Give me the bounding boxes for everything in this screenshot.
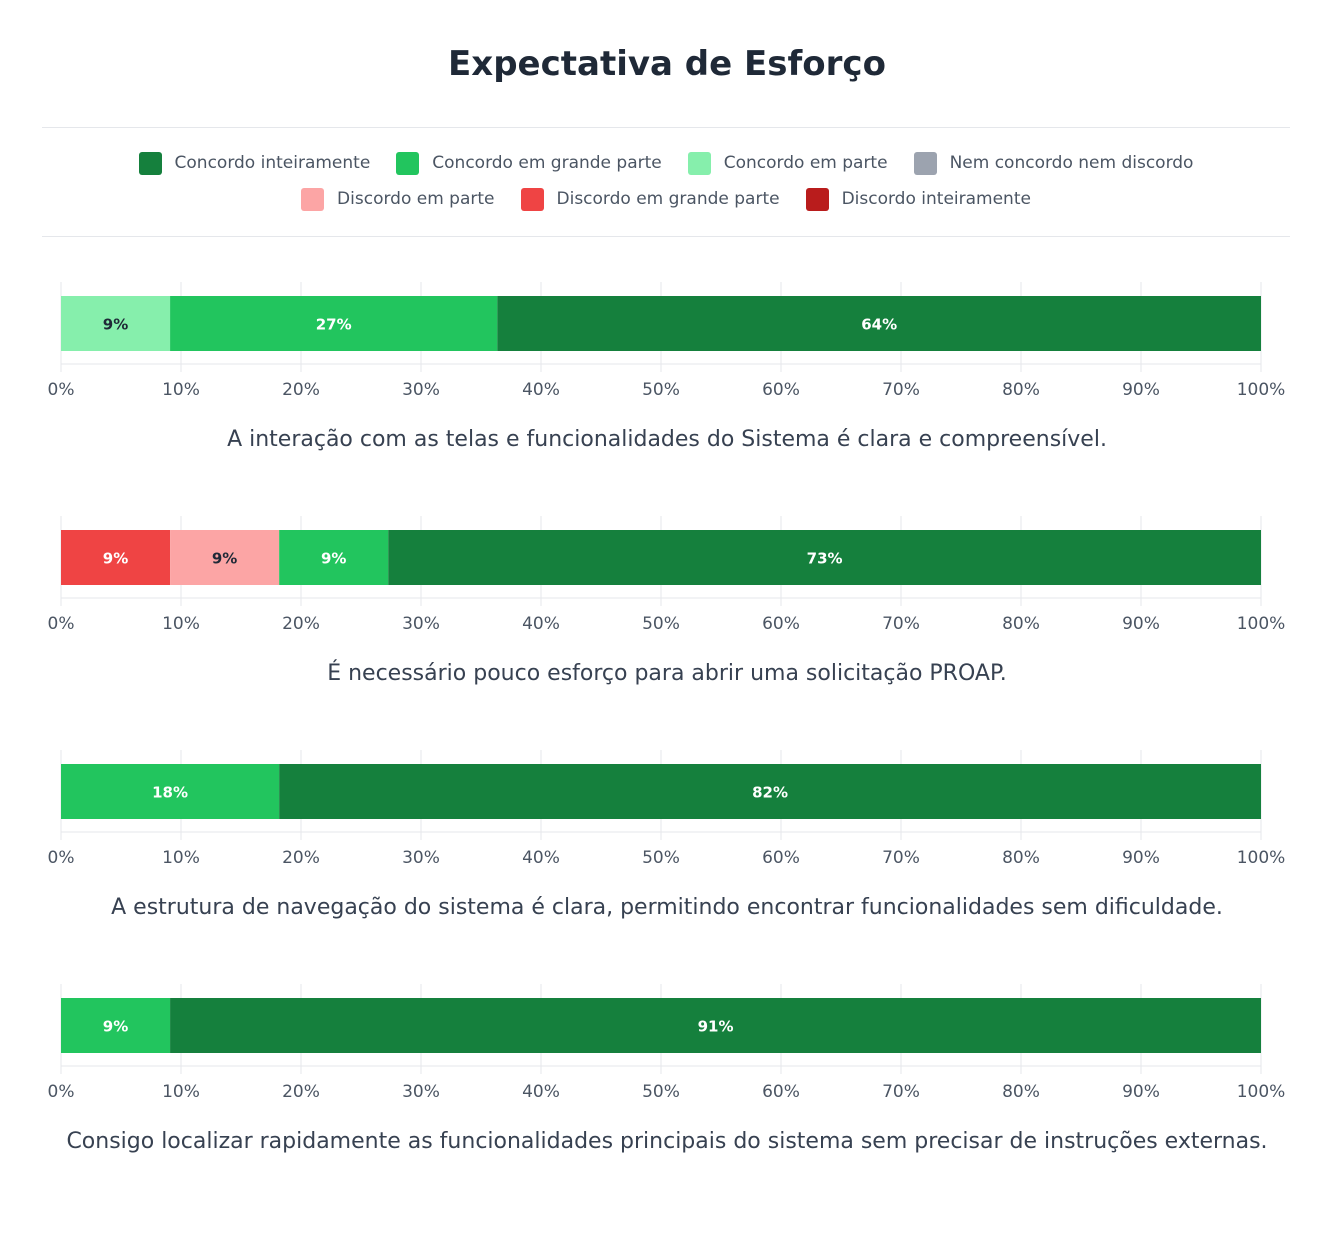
legend-label: Nem concordo nem discordo bbox=[949, 153, 1194, 173]
x-tick-label: 10% bbox=[162, 380, 200, 400]
x-tick-label: 0% bbox=[48, 1082, 75, 1102]
legend-item-nem-concordo-nem-discordo[interactable]: Nem concordo nem discordo bbox=[913, 151, 1194, 175]
x-tick-label: 70% bbox=[882, 1082, 920, 1102]
x-tick-label: 100% bbox=[1237, 848, 1286, 868]
legend-row: Discordo em parte Discordo em grande par… bbox=[42, 186, 1290, 212]
legend-item-discordo-em-grande-parte[interactable]: Discordo em grande parte bbox=[520, 187, 780, 211]
bar-chart-svg: 9% 9% 9% 73% 0% 10% 20% 30% 40% 50% 60% 70% 80% 90% 10… bbox=[48, 516, 1286, 634]
bar-chart-1: 9% 27% 64% 0% 10% 20% 30% 40% 50% 60% 70% 80% 90% 100… bbox=[0, 282, 1334, 407]
legend-top-divider bbox=[42, 127, 1290, 128]
bar-chart-2: 9% 9% 9% 73% 0% 10% 20% 30% 40% 50% 60% 70% 80% 90% 10… bbox=[0, 516, 1334, 641]
data-label: 9% bbox=[321, 550, 346, 568]
x-tick-label: 80% bbox=[1002, 380, 1040, 400]
x-tick-label: 100% bbox=[1237, 1082, 1286, 1102]
legend-label: Discordo em grande parte bbox=[556, 189, 780, 209]
x-tick-label: 50% bbox=[642, 848, 680, 868]
x-tick-label: 60% bbox=[762, 1082, 800, 1102]
x-tick-label: 30% bbox=[402, 614, 440, 634]
legend-swatch bbox=[913, 151, 937, 175]
legend-swatch bbox=[520, 187, 544, 211]
bar-chart-3: 18% 82% 0% 10% 20% 30% 40% 50% 60% 70% 80% 90% 100% bbox=[0, 750, 1334, 875]
x-tick-label: 80% bbox=[1002, 1082, 1040, 1102]
legend-label: Concordo em grande parte bbox=[432, 153, 662, 173]
bar-chart-svg: 18% 82% 0% 10% 20% 30% 40% 50% 60% 70% 80% 90% 100% bbox=[48, 750, 1286, 868]
x-tick-label: 90% bbox=[1122, 614, 1160, 634]
x-tick-label: 50% bbox=[642, 1082, 680, 1102]
x-tick-label: 100% bbox=[1237, 614, 1286, 634]
x-tick-label: 90% bbox=[1122, 380, 1160, 400]
question-caption-1: A interação com as telas e funcionalidad… bbox=[227, 427, 1107, 452]
legend-swatch bbox=[396, 151, 420, 175]
bar-chart-svg: 9% 91% 0% 10% 20% 30% 40% 50% 60% 70% 80% 90% 100% bbox=[48, 984, 1286, 1102]
legend-item-discordo-em-parte[interactable]: Discordo em parte bbox=[301, 187, 495, 211]
data-label: 27% bbox=[316, 316, 352, 334]
legend-label: Discordo inteiramente bbox=[841, 189, 1031, 209]
x-tick-label: 20% bbox=[282, 1082, 320, 1102]
legend: Concordo inteiramente Concordo em grande… bbox=[42, 150, 1290, 222]
x-tick-label: 10% bbox=[162, 614, 200, 634]
data-label: 9% bbox=[212, 550, 237, 568]
legend-swatch bbox=[138, 151, 162, 175]
x-tick-label: 50% bbox=[642, 380, 680, 400]
x-tick-label: 60% bbox=[762, 380, 800, 400]
x-tick-label: 90% bbox=[1122, 848, 1160, 868]
x-tick-label: 0% bbox=[48, 614, 75, 634]
x-tick-label: 100% bbox=[1237, 380, 1286, 400]
x-tick-label: 30% bbox=[402, 380, 440, 400]
legend-swatch bbox=[805, 187, 829, 211]
x-tick-label: 90% bbox=[1122, 1082, 1160, 1102]
question-caption-2: É necessário pouco esforço para abrir um… bbox=[327, 661, 1007, 686]
bar-chart-svg: 9% 27% 64% 0% 10% 20% 30% 40% 50% 60% 70% 80% 90% 100… bbox=[48, 282, 1286, 400]
x-tick-label: 70% bbox=[882, 848, 920, 868]
data-label: 91% bbox=[698, 1018, 734, 1036]
x-tick-label: 0% bbox=[48, 380, 75, 400]
x-tick-label: 60% bbox=[762, 614, 800, 634]
legend-label: Concordo inteiramente bbox=[174, 153, 371, 173]
data-label: 73% bbox=[807, 550, 843, 568]
legend-row: Concordo inteiramente Concordo em grande… bbox=[42, 150, 1290, 176]
x-tick-label: 30% bbox=[402, 1082, 440, 1102]
legend-bottom-divider bbox=[42, 236, 1290, 237]
legend-swatch bbox=[301, 187, 325, 211]
x-tick-label: 10% bbox=[162, 848, 200, 868]
legend-label: Discordo em parte bbox=[337, 189, 495, 209]
data-label: 64% bbox=[861, 316, 897, 334]
legend-item-concordo-em-parte[interactable]: Concordo em parte bbox=[687, 151, 888, 175]
x-tick-label: 10% bbox=[162, 1082, 200, 1102]
data-label: 9% bbox=[103, 550, 128, 568]
data-label: 82% bbox=[752, 784, 788, 802]
x-tick-label: 20% bbox=[282, 848, 320, 868]
x-tick-label: 20% bbox=[282, 380, 320, 400]
legend-item-discordo-inteiramente[interactable]: Discordo inteiramente bbox=[805, 187, 1031, 211]
x-tick-label: 20% bbox=[282, 614, 320, 634]
question-caption-4: Consigo localizar rapidamente as funcion… bbox=[66, 1129, 1268, 1154]
x-tick-label: 50% bbox=[642, 614, 680, 634]
x-tick-label: 60% bbox=[762, 848, 800, 868]
legend-item-concordo-em-grande-parte[interactable]: Concordo em grande parte bbox=[396, 151, 662, 175]
data-label: 9% bbox=[103, 1018, 128, 1036]
x-tick-label: 70% bbox=[882, 380, 920, 400]
data-label: 9% bbox=[103, 316, 128, 334]
data-label: 18% bbox=[152, 784, 188, 802]
x-tick-label: 40% bbox=[522, 614, 560, 634]
x-tick-label: 40% bbox=[522, 848, 560, 868]
x-tick-label: 40% bbox=[522, 380, 560, 400]
x-tick-label: 0% bbox=[48, 848, 75, 868]
x-tick-label: 40% bbox=[522, 1082, 560, 1102]
bar-chart-4: 9% 91% 0% 10% 20% 30% 40% 50% 60% 70% 80% 90% 100% bbox=[0, 984, 1334, 1109]
x-tick-label: 80% bbox=[1002, 848, 1040, 868]
x-tick-label: 30% bbox=[402, 848, 440, 868]
x-tick-label: 80% bbox=[1002, 614, 1040, 634]
legend-swatch bbox=[687, 151, 711, 175]
chart-title: Expectativa de Esforço bbox=[448, 44, 886, 84]
x-tick-label: 70% bbox=[882, 614, 920, 634]
legend-label: Concordo em parte bbox=[723, 153, 888, 173]
question-caption-3: A estrutura de navegação do sistema é cl… bbox=[111, 895, 1223, 920]
legend-item-concordo-inteiramente[interactable]: Concordo inteiramente bbox=[138, 151, 371, 175]
